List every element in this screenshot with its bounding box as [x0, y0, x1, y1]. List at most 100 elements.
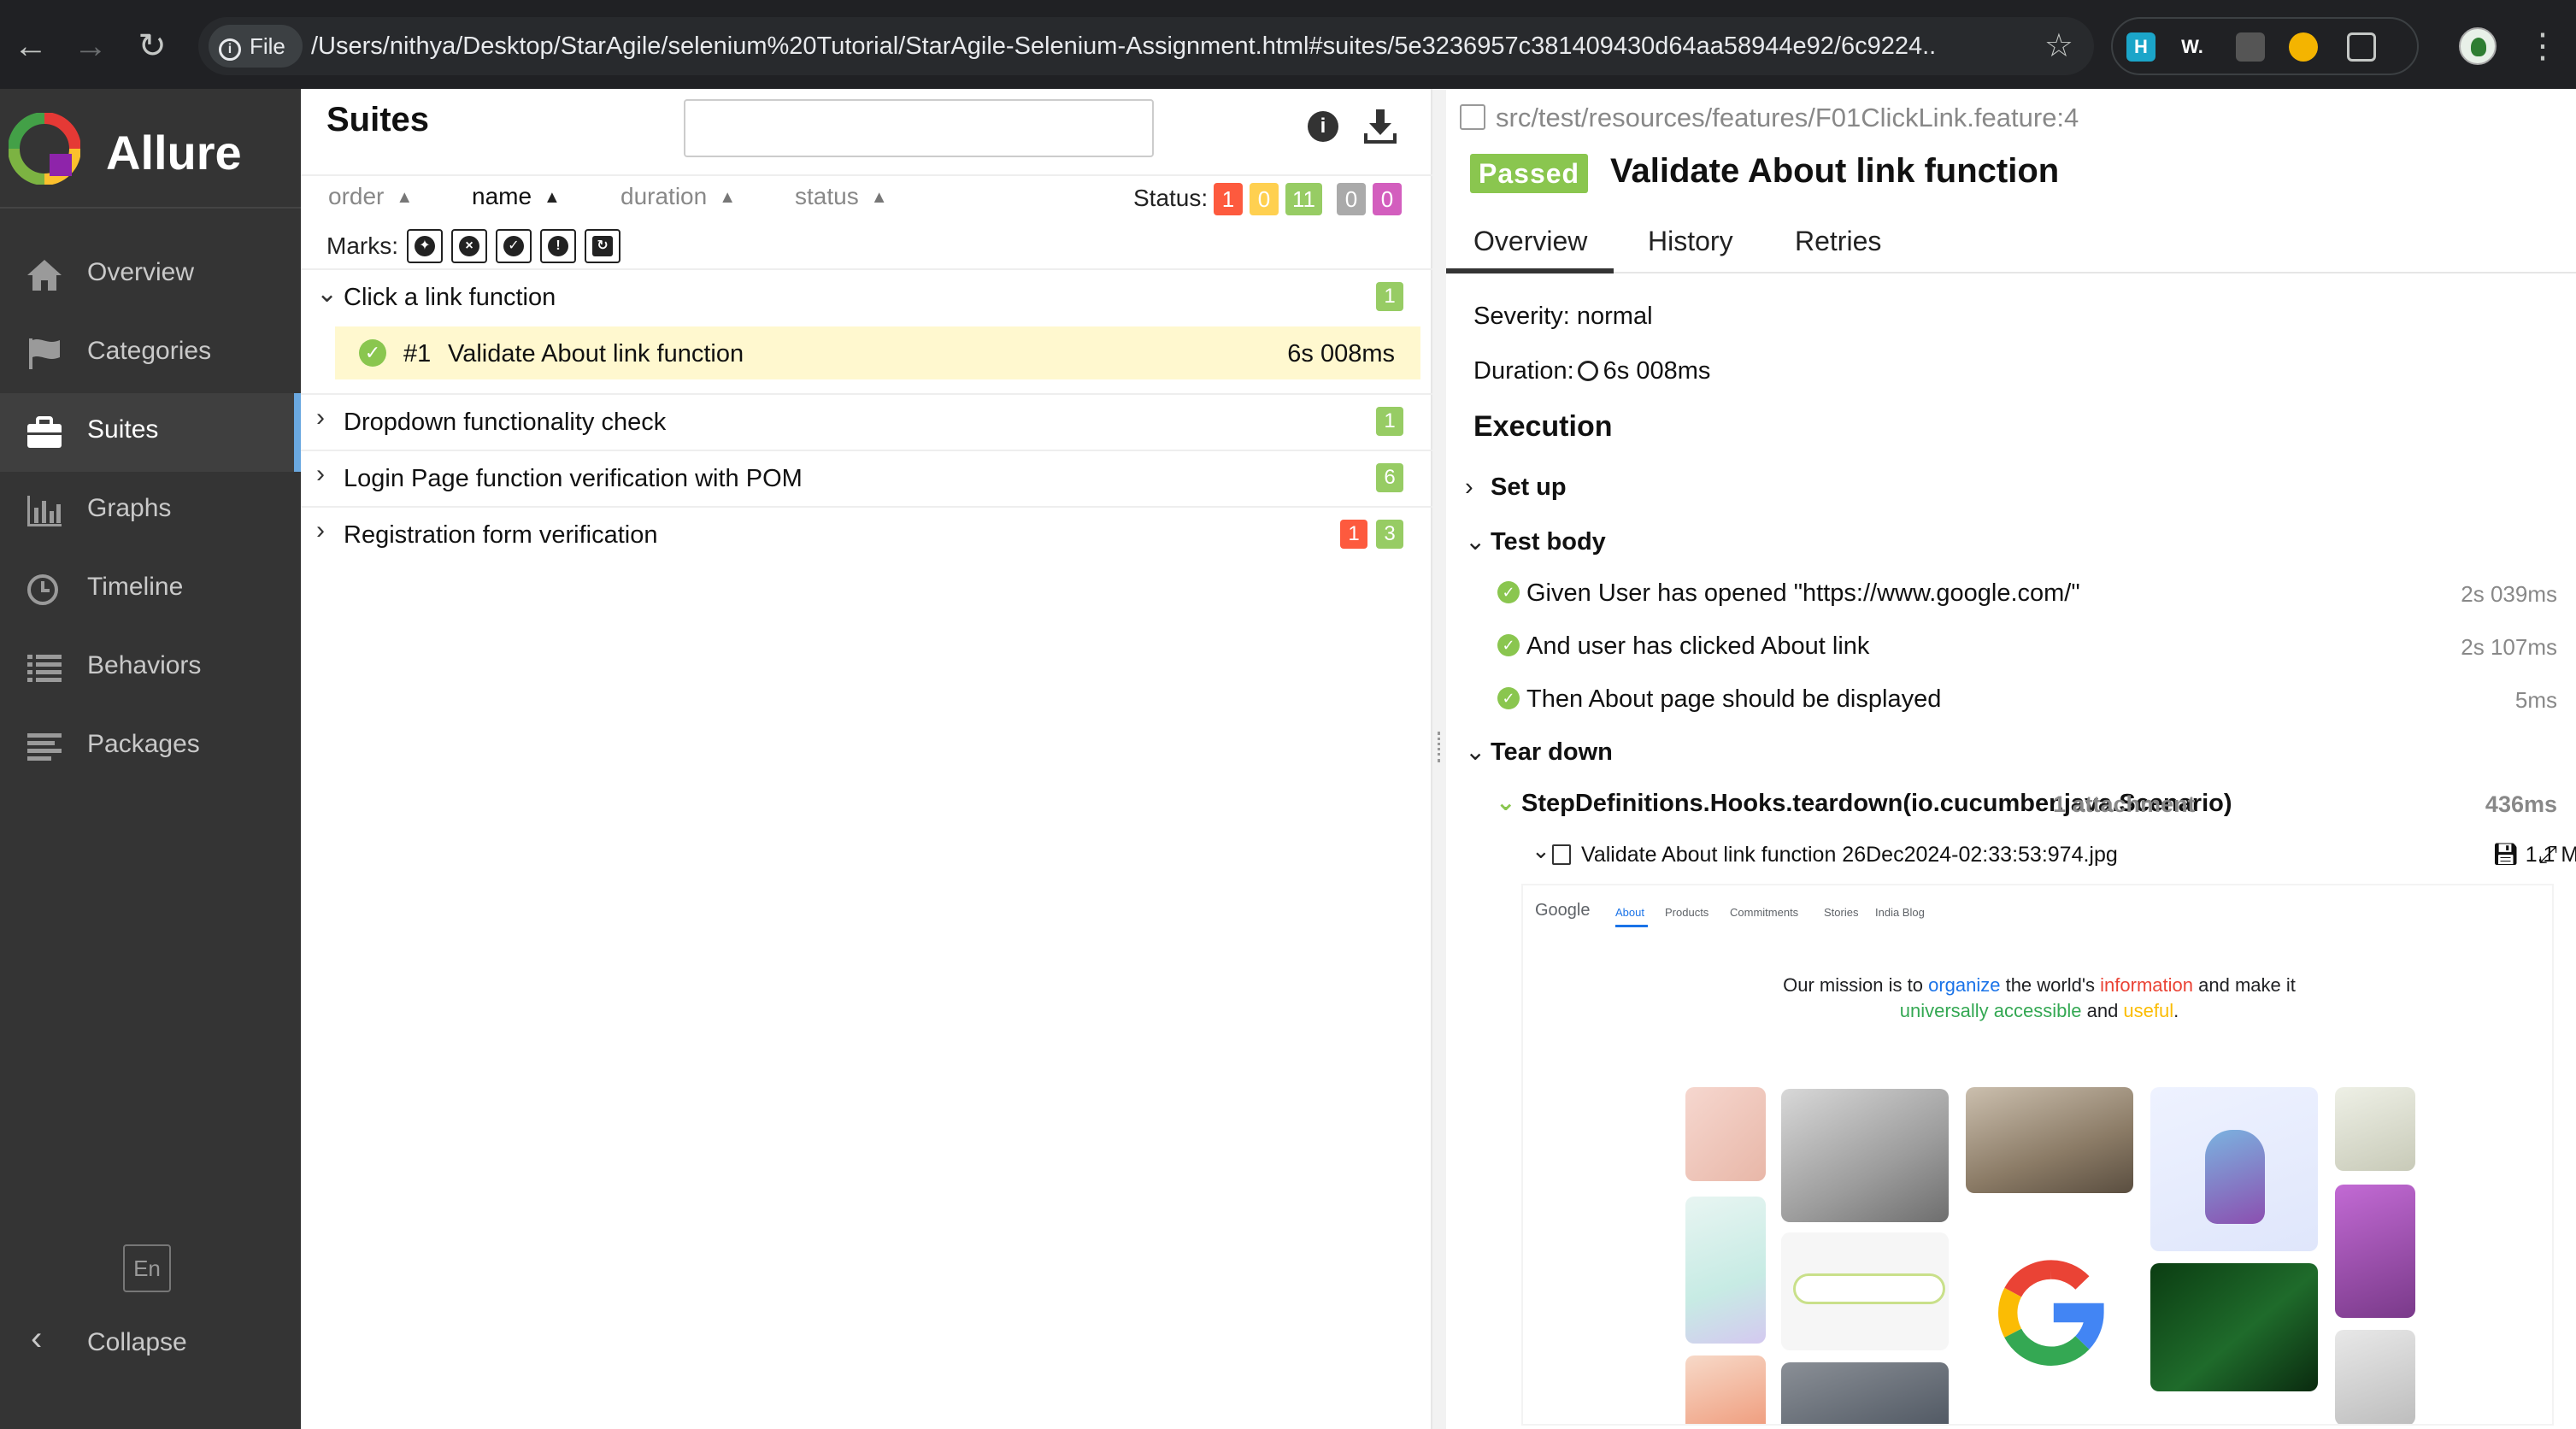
step-row[interactable]: ✓ Then About page should be displayed 5m…	[1497, 684, 2557, 718]
brand-name: Allure	[106, 126, 242, 179]
status-badge-unknown[interactable]: 0	[1373, 183, 1402, 215]
setup-section[interactable]: › Set up	[1465, 473, 1567, 502]
preview-android-figure	[2150, 1087, 2318, 1251]
mark-retries-status-change[interactable]: ↻	[585, 229, 620, 263]
splitter-grip-icon[interactable]	[1438, 732, 1441, 762]
sidebar-item-behaviors[interactable]: Behaviors	[0, 629, 301, 708]
teardown-hook-row[interactable]: ⌄ StepDefinitions.Hooks.teardown(io.cucu…	[1496, 788, 2557, 822]
teardown-section[interactable]: ⌄ Tear down	[1465, 737, 1613, 767]
search-input[interactable]	[684, 99, 1154, 157]
step-row[interactable]: ✓ And user has clicked About link 2s 107…	[1497, 631, 2557, 665]
bar-chart-icon	[27, 496, 62, 526]
sort-icon: ▲	[870, 188, 888, 207]
step-text: Given User has opened "https://www.googl…	[1526, 579, 2080, 607]
sort-icon: ▲	[719, 188, 736, 207]
suite-group-name: Login Page function verification with PO…	[344, 465, 803, 492]
expand-icon[interactable]: ⤢	[2538, 841, 2557, 869]
sidebar-item-overview[interactable]: Overview	[0, 236, 301, 315]
sort-name[interactable]: name ▲	[472, 183, 561, 210]
sort-duration[interactable]: duration ▲	[620, 183, 736, 210]
preview-nav-about: About	[1615, 906, 1644, 919]
status-badge-skipped[interactable]: 0	[1337, 183, 1366, 215]
suite-group[interactable]: › Registration form verification 1 3	[301, 508, 1432, 562]
collapse-label: Collapse	[87, 1328, 187, 1356]
feature-path-text: src/test/resources/features/F01ClickLink…	[1496, 103, 2079, 132]
tab-overview[interactable]: Overview	[1473, 226, 1587, 257]
info-icon[interactable]: i	[1308, 111, 1338, 142]
browser-menu-icon[interactable]: ⋮	[2526, 22, 2560, 70]
extension-h-icon[interactable]: H	[2126, 32, 2155, 62]
check-circle-icon: ✓	[359, 339, 386, 367]
test-detail-pane: src/test/resources/features/F01ClickLink…	[1446, 89, 2576, 1429]
address-bar[interactable]: i File /Users/nithya/Desktop/StarAgile/se…	[198, 17, 2094, 75]
status-badge-broken[interactable]: 0	[1250, 183, 1279, 215]
sidebar-item-suites[interactable]: Suites	[0, 393, 301, 472]
tab-retries[interactable]: Retries	[1795, 226, 1881, 257]
mission-part: and	[2081, 1000, 2124, 1021]
step-row[interactable]: ✓ Given User has opened "https://www.goo…	[1497, 578, 2557, 612]
sidebar-item-graphs[interactable]: Graphs	[0, 472, 301, 550]
check-circle-icon: ✓	[503, 236, 524, 256]
preview-nav-products: Products	[1665, 906, 1709, 919]
forward-arrow-icon[interactable]: →	[67, 22, 115, 70]
test-body-section[interactable]: ⌄ Test body	[1465, 526, 1606, 556]
severity: Severity: normal	[1473, 303, 1653, 330]
url-text[interactable]: /Users/nithya/Desktop/StarAgile/selenium…	[311, 17, 1935, 75]
mission-part: and make it	[2193, 974, 2296, 996]
preview-photo	[2335, 1185, 2415, 1318]
briefcase-icon	[27, 416, 62, 448]
suite-group[interactable]: ⌄ Click a link function 1	[301, 270, 1432, 325]
sidebar-item-label: Overview	[87, 258, 195, 286]
extensions-puzzle-icon[interactable]	[2347, 32, 2376, 62]
logo-divider	[0, 207, 301, 209]
download-icon[interactable]	[1362, 108, 1398, 145]
tab-history[interactable]: History	[1648, 226, 1733, 257]
mission-part: the world's	[2000, 974, 2101, 996]
bookmark-star-icon[interactable]: ☆	[2044, 17, 2073, 75]
site-info-chip[interactable]: i File	[209, 25, 303, 68]
status-badge-failed[interactable]: 1	[1214, 183, 1243, 215]
sidebar-item-packages[interactable]: Packages	[0, 708, 301, 786]
mark-new-broken[interactable]: !	[540, 229, 576, 263]
profile-avatar[interactable]	[2459, 27, 2497, 65]
suite-group[interactable]: › Login Page function verification with …	[301, 451, 1432, 506]
mark-flaky[interactable]: ✦	[407, 229, 443, 263]
check-circle-icon: ✓	[1497, 687, 1520, 709]
times-circle-icon: ×	[459, 236, 479, 256]
extension-badge-icon[interactable]	[2289, 32, 2318, 62]
duration: Duration: 6s 008ms	[1473, 357, 1710, 385]
mark-new-failed[interactable]: ×	[451, 229, 487, 263]
mark-new-passed[interactable]: ✓	[496, 229, 532, 263]
sort-status[interactable]: status ▲	[795, 183, 888, 210]
status-filter-label: Status:	[1133, 185, 1209, 211]
save-icon[interactable]: 💾︎	[2492, 843, 2520, 867]
test-row[interactable]: ✓ #1 Validate About link function 6s 008…	[335, 326, 1420, 379]
sidebar: Allure Overview Categories Suites Graphs…	[0, 89, 301, 1429]
sort-icon: ▲︎	[396, 188, 414, 207]
copy-icon[interactable]	[1460, 104, 1485, 130]
sidebar-item-timeline[interactable]: Timeline	[0, 550, 301, 629]
duration-label: Duration:	[1473, 357, 1574, 385]
sort-status-label: status	[795, 183, 859, 209]
attachment-row[interactable]: ⌄ Validate About link function 26Dec2024…	[1532, 838, 2576, 872]
sort-order[interactable]: order ▲︎	[328, 183, 413, 210]
list-icon	[27, 655, 62, 682]
sidebar-item-categories[interactable]: Categories	[0, 315, 301, 393]
language-button[interactable]: En	[123, 1244, 171, 1292]
collapse-button[interactable]: ‹ Collapse	[0, 1309, 301, 1378]
teardown-label: Tear down	[1491, 738, 1613, 766]
test-name: Validate About link function	[448, 340, 744, 368]
toolbar-divider	[301, 174, 1432, 176]
back-arrow-icon[interactable]: ←	[7, 22, 55, 70]
status-badge-passed[interactable]: 11	[1285, 183, 1322, 215]
reload-icon[interactable]: ↻	[128, 22, 176, 70]
file-chip-label: File	[250, 33, 285, 59]
preview-photo	[1685, 1197, 1766, 1344]
extension-grid-icon[interactable]	[2236, 32, 2265, 62]
suite-group[interactable]: › Dropdown functionality check 1	[301, 395, 1432, 450]
refresh-icon: ↻	[592, 236, 613, 256]
attachment-size: 💾︎ 1.1 MiB	[2492, 843, 2576, 867]
bomb-icon: ✦	[415, 236, 435, 256]
extension-w-icon[interactable]: W.	[2178, 32, 2207, 62]
chevron-down-icon: ⌄	[1465, 738, 1486, 766]
